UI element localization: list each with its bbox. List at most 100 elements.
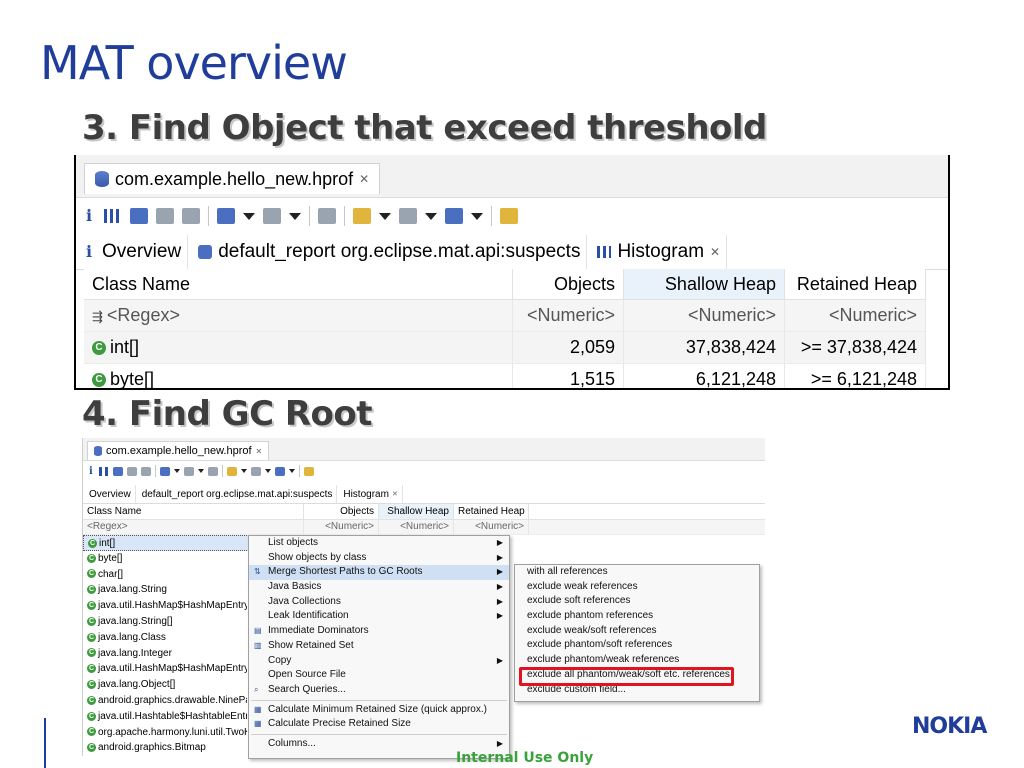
- submenu-item-exclude-soft[interactable]: exclude soft references: [515, 594, 759, 609]
- dominator-tree-icon[interactable]: [130, 208, 148, 224]
- chevron-down-icon[interactable]: [265, 469, 271, 473]
- menu-item-merge-shortest-paths[interactable]: ⇅ Merge Shortest Paths to GC Roots ▶: [249, 565, 509, 581]
- table-header: Class Name Objects Shallow Heap Retained…: [84, 269, 926, 300]
- shallow-filter-input[interactable]: <Numeric>: [623, 299, 785, 332]
- chevron-down-icon[interactable]: [289, 469, 295, 473]
- close-icon[interactable]: ✕: [359, 172, 369, 186]
- export-icon[interactable]: [445, 208, 463, 224]
- table-row[interactable]: Cjava.lang.Integer: [83, 646, 247, 662]
- menu-item-copy[interactable]: Copy ▶: [249, 654, 509, 669]
- overview-info-icon[interactable]: i: [86, 208, 96, 224]
- objects-filter-input[interactable]: <Numeric>: [304, 520, 379, 534]
- submenu-item-exclude-phantom-soft[interactable]: exclude phantom/soft references: [515, 638, 759, 653]
- submenu-item-all-references[interactable]: with all references: [515, 565, 759, 580]
- menu-item-java-basics[interactable]: Java Basics ▶: [249, 580, 509, 595]
- overview-info-icon[interactable]: i: [89, 466, 95, 476]
- submenu-item-exclude-weak[interactable]: exclude weak references: [515, 580, 759, 595]
- table-row[interactable]: Cjava.lang.Class: [83, 630, 247, 646]
- chevron-down-icon[interactable]: [379, 212, 391, 220]
- compare-icon[interactable]: [304, 466, 314, 476]
- search-icon[interactable]: [318, 208, 336, 224]
- close-icon[interactable]: ✕: [256, 447, 263, 456]
- table-row[interactable]: Candroid.graphics.Bitmap: [83, 740, 247, 756]
- column-objects[interactable]: Objects: [304, 504, 379, 519]
- chevron-down-icon[interactable]: [289, 212, 301, 220]
- table-row[interactable]: Cjava.lang.String: [83, 582, 247, 598]
- table-row[interactable]: Cjava.util.HashMap$HashMapEntry[]: [83, 661, 247, 677]
- column-objects[interactable]: Objects: [512, 269, 624, 300]
- table-row[interactable]: Cchar[]: [83, 567, 247, 583]
- menu-item-java-collections[interactable]: Java Collections ▶: [249, 595, 509, 610]
- tab-overview[interactable]: Overview: [83, 485, 136, 503]
- column-shallow-heap[interactable]: Shallow Heap: [623, 269, 785, 300]
- submenu-item-exclude-phantom[interactable]: exclude phantom references: [515, 609, 759, 624]
- column-retained-heap[interactable]: Retained Heap: [784, 269, 926, 300]
- histogram-icon[interactable]: [104, 209, 122, 223]
- thread-overview-icon[interactable]: [182, 208, 200, 224]
- table-row[interactable]: Candroid.graphics.drawable.NinePatc: [83, 693, 247, 709]
- submenu-item-exclude-phantom-weak[interactable]: exclude phantom/weak references: [515, 653, 759, 668]
- group-by-icon[interactable]: [227, 466, 237, 476]
- table-row[interactable]: Cbyte[] 1,515 6,121,248 >= 6,121,248: [84, 363, 926, 388]
- query-browser-icon[interactable]: [263, 208, 281, 224]
- tab-default-report[interactable]: default_report org.eclipse.mat.api:suspe…: [188, 235, 588, 269]
- menu-item-calc-precise-retained[interactable]: ▦ Calculate Precise Retained Size: [249, 717, 509, 732]
- table-row[interactable]: Cjava.util.Hashtable$HashtableEntry: [83, 709, 247, 725]
- tab-default-report[interactable]: default_report org.eclipse.mat.api:suspe…: [136, 485, 338, 503]
- menu-item-list-objects[interactable]: List objects ▶: [249, 536, 509, 551]
- objects-filter-input[interactable]: <Numeric>: [512, 299, 624, 332]
- menu-item-immediate-dominators[interactable]: ▤ Immediate Dominators: [249, 624, 509, 639]
- menu-item-calc-min-retained[interactable]: ▦ Calculate Minimum Retained Size (quick …: [249, 703, 509, 718]
- chevron-down-icon[interactable]: [471, 212, 483, 220]
- tab-histogram[interactable]: Histogram ✕: [337, 485, 403, 503]
- oql-icon[interactable]: [127, 466, 137, 476]
- calculator-icon[interactable]: [399, 208, 417, 224]
- column-shallow-heap[interactable]: Shallow Heap: [379, 504, 454, 519]
- dominator-tree-icon[interactable]: [113, 466, 123, 476]
- calculator-icon[interactable]: [251, 466, 261, 476]
- menu-item-open-source-file[interactable]: Open Source File: [249, 668, 509, 683]
- retained-filter-input[interactable]: <Numeric>: [454, 520, 529, 534]
- column-retained-heap[interactable]: Retained Heap: [454, 504, 529, 519]
- editor-tab-hprof[interactable]: com.example.hello_new.hprof ✕: [84, 163, 381, 194]
- tab-histogram[interactable]: Histogram ✕: [587, 235, 728, 269]
- table-row[interactable]: Corg.apache.harmony.luni.util.TwoKe: [83, 725, 247, 741]
- submenu-item-exclude-weak-soft[interactable]: exclude weak/soft references: [515, 624, 759, 639]
- chevron-down-icon[interactable]: [174, 469, 180, 473]
- tab-overview[interactable]: i Overview: [76, 235, 189, 269]
- query-browser-icon[interactable]: [184, 466, 194, 476]
- table-row[interactable]: Cjava.util.HashMap$HashMapEntry: [83, 598, 247, 614]
- run-report-icon[interactable]: [217, 208, 235, 224]
- table-row[interactable]: Cint[] 2,059 37,838,424 >= 37,838,424: [84, 331, 926, 364]
- menu-item-search-queries[interactable]: ⌕ Search Queries...: [249, 683, 509, 698]
- chevron-down-icon[interactable]: [243, 212, 255, 220]
- menu-item-show-objects-by-class[interactable]: Show objects by class ▶: [249, 551, 509, 566]
- close-icon[interactable]: ✕: [392, 490, 398, 498]
- chevron-down-icon[interactable]: [198, 469, 204, 473]
- close-icon[interactable]: ✕: [710, 245, 720, 259]
- oql-icon[interactable]: [156, 208, 174, 224]
- table-row[interactable]: Cbyte[]: [83, 551, 247, 567]
- histogram-icon[interactable]: [99, 466, 109, 476]
- menu-item-show-retained-set[interactable]: ▥ Show Retained Set: [249, 639, 509, 654]
- column-class-name[interactable]: Class Name: [83, 504, 304, 519]
- regex-filter-input[interactable]: <Regex>: [83, 520, 304, 534]
- search-icon[interactable]: [208, 466, 218, 476]
- chevron-down-icon[interactable]: [241, 469, 247, 473]
- editor-tab-hprof[interactable]: com.example.hello_new.hprof ✕: [87, 441, 270, 460]
- shallow-filter-input[interactable]: <Numeric>: [379, 520, 454, 534]
- chevron-down-icon[interactable]: [425, 212, 437, 220]
- table-row[interactable]: Cjava.lang.Object[]: [83, 677, 247, 693]
- menu-separator: [251, 733, 507, 735]
- regex-filter-cell[interactable]: ⇶ <Regex>: [84, 299, 513, 332]
- retained-filter-input[interactable]: <Numeric>: [784, 299, 926, 332]
- run-report-icon[interactable]: [160, 466, 170, 476]
- menu-item-leak-identification[interactable]: Leak Identification ▶: [249, 609, 509, 624]
- thread-overview-icon[interactable]: [141, 466, 151, 476]
- export-icon[interactable]: [275, 466, 285, 476]
- table-row[interactable]: Cjava.lang.String[]: [83, 614, 247, 630]
- group-by-icon[interactable]: [353, 208, 371, 224]
- column-class-name[interactable]: Class Name: [84, 269, 513, 300]
- regex-filter-input[interactable]: <Regex>: [107, 305, 180, 325]
- compare-icon[interactable]: [500, 208, 518, 224]
